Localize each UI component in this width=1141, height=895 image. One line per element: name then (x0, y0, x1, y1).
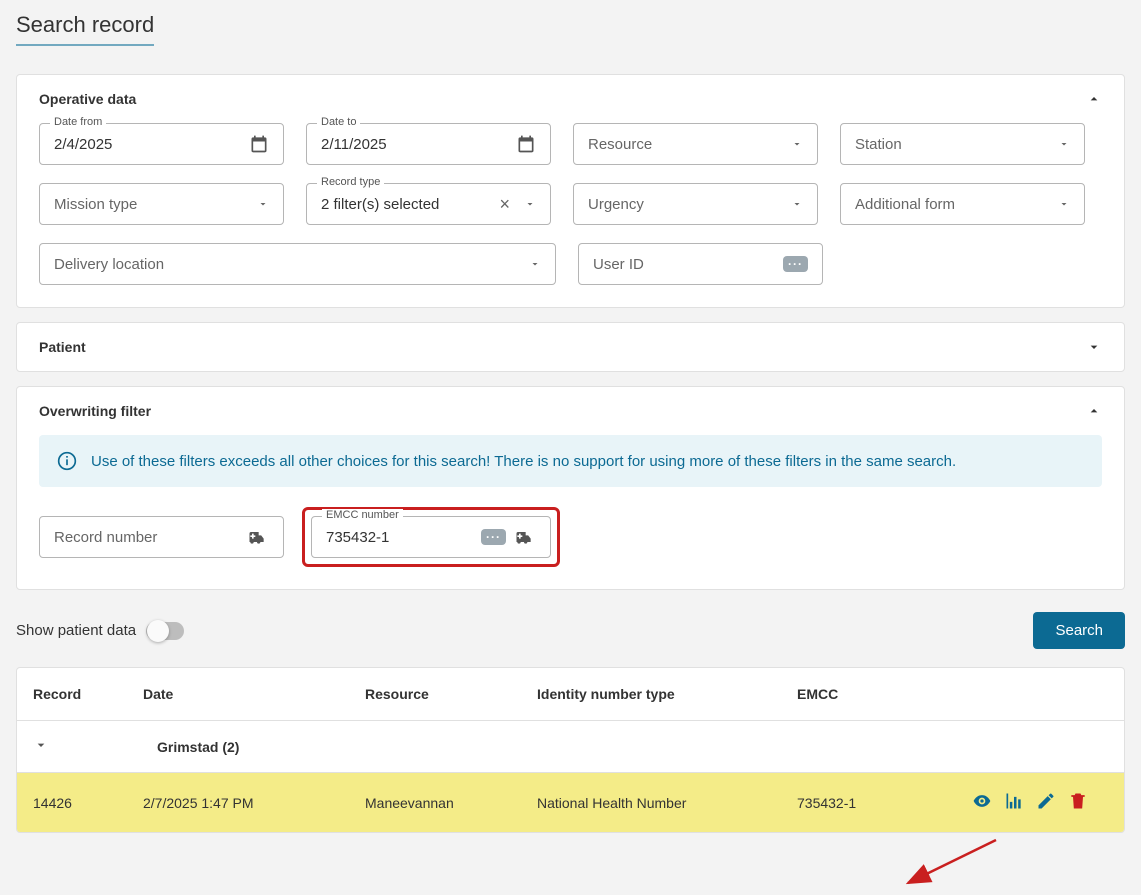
station-placeholder: Station (855, 136, 1052, 153)
table-header: Record Date Resource Identity number typ… (17, 668, 1124, 721)
table-group-row[interactable]: Grimstad (2) (17, 721, 1124, 773)
date-to-value: 2/11/2025 (321, 136, 510, 153)
record-type-value: 2 filter(s) selected (321, 196, 499, 213)
chart-icon[interactable] (1004, 791, 1024, 814)
date-to-label: Date to (317, 116, 360, 128)
mission-type-select[interactable]: Mission type (39, 183, 284, 225)
cell-record: 14426 (33, 795, 143, 811)
resource-placeholder: Resource (588, 136, 785, 153)
edit-icon[interactable] (1036, 791, 1056, 814)
operative-data-header[interactable]: Operative data (17, 75, 1124, 123)
cell-identity: National Health Number (537, 795, 797, 811)
emcc-number-value: 735432-1 (326, 529, 481, 546)
patient-title: Patient (39, 339, 86, 355)
emcc-number-field[interactable]: EMCC number 735432-1 ··· (311, 516, 551, 558)
chevron-up-icon (1086, 403, 1102, 419)
date-from-label: Date from (50, 116, 106, 128)
overwriting-title: Overwriting filter (39, 403, 151, 419)
col-resource: Resource (365, 686, 537, 702)
overwriting-header[interactable]: Overwriting filter (17, 387, 1124, 435)
ambulance-icon[interactable] (512, 527, 536, 547)
results-table: Record Date Resource Identity number typ… (16, 667, 1125, 833)
overwriting-filter-panel: Overwriting filter Use of these filters … (16, 386, 1125, 590)
search-button[interactable]: Search (1033, 612, 1125, 649)
chevron-down-icon (257, 198, 269, 210)
col-date: Date (143, 686, 365, 702)
operative-data-panel: Operative data Date from 2/4/2025 Date t… (16, 74, 1125, 308)
chevron-down-icon (529, 258, 541, 270)
date-to-field[interactable]: Date to 2/11/2025 (306, 123, 551, 165)
date-from-value: 2/4/2025 (54, 136, 243, 153)
calendar-icon[interactable] (249, 134, 269, 154)
resource-select[interactable]: Resource (573, 123, 818, 165)
chevron-down-icon (791, 198, 803, 210)
more-icon[interactable]: ··· (783, 256, 808, 272)
chevron-down-icon (1058, 198, 1070, 210)
chevron-down-icon (1058, 138, 1070, 150)
cell-emcc: 735432-1 (797, 795, 927, 811)
chevron-down-icon (791, 138, 803, 150)
info-banner: Use of these filters exceeds all other c… (39, 435, 1102, 487)
calendar-icon[interactable] (516, 134, 536, 154)
clear-icon[interactable]: × (499, 194, 510, 215)
chevron-down-icon (1086, 339, 1102, 355)
record-type-select[interactable]: Record type 2 filter(s) selected × (306, 183, 551, 225)
show-patient-label: Show patient data (16, 622, 136, 639)
page-title: Search record (16, 12, 154, 46)
view-icon[interactable] (972, 791, 992, 814)
urgency-placeholder: Urgency (588, 196, 785, 213)
record-number-field[interactable]: Record number (39, 516, 284, 558)
info-icon (57, 451, 77, 471)
station-select[interactable]: Station (840, 123, 1085, 165)
delivery-location-placeholder: Delivery location (54, 256, 523, 273)
show-patient-toggle[interactable] (146, 622, 184, 640)
user-id-placeholder: User ID (593, 256, 783, 273)
col-record: Record (33, 686, 143, 702)
annotation-arrow (896, 835, 1006, 895)
cell-date: 2/7/2025 1:47 PM (143, 795, 365, 811)
record-number-placeholder: Record number (54, 529, 239, 546)
chevron-up-icon (1086, 91, 1102, 107)
user-id-field[interactable]: User ID ··· (578, 243, 823, 285)
chevron-down-icon[interactable] (33, 737, 49, 756)
operative-title: Operative data (39, 91, 136, 107)
emcc-highlight: EMCC number 735432-1 ··· (302, 507, 560, 567)
ambulance-icon[interactable] (245, 527, 269, 547)
delivery-location-select[interactable]: Delivery location (39, 243, 556, 285)
cell-resource: Maneevannan (365, 795, 537, 811)
patient-header[interactable]: Patient (17, 323, 1124, 371)
date-from-field[interactable]: Date from 2/4/2025 (39, 123, 284, 165)
col-emcc: EMCC (797, 686, 927, 702)
record-type-label: Record type (317, 176, 384, 188)
col-identity: Identity number type (537, 686, 797, 702)
urgency-select[interactable]: Urgency (573, 183, 818, 225)
group-label: Grimstad (2) (157, 739, 239, 755)
more-icon[interactable]: ··· (481, 529, 506, 545)
mission-type-placeholder: Mission type (54, 196, 251, 213)
additional-form-select[interactable]: Additional form (840, 183, 1085, 225)
delete-icon[interactable] (1068, 791, 1088, 814)
info-text: Use of these filters exceeds all other c… (91, 453, 956, 470)
table-row[interactable]: 14426 2/7/2025 1:47 PM Maneevannan Natio… (17, 773, 1124, 832)
patient-panel: Patient (16, 322, 1125, 372)
additional-form-placeholder: Additional form (855, 196, 1052, 213)
chevron-down-icon (524, 198, 536, 210)
emcc-number-label: EMCC number (322, 509, 403, 521)
